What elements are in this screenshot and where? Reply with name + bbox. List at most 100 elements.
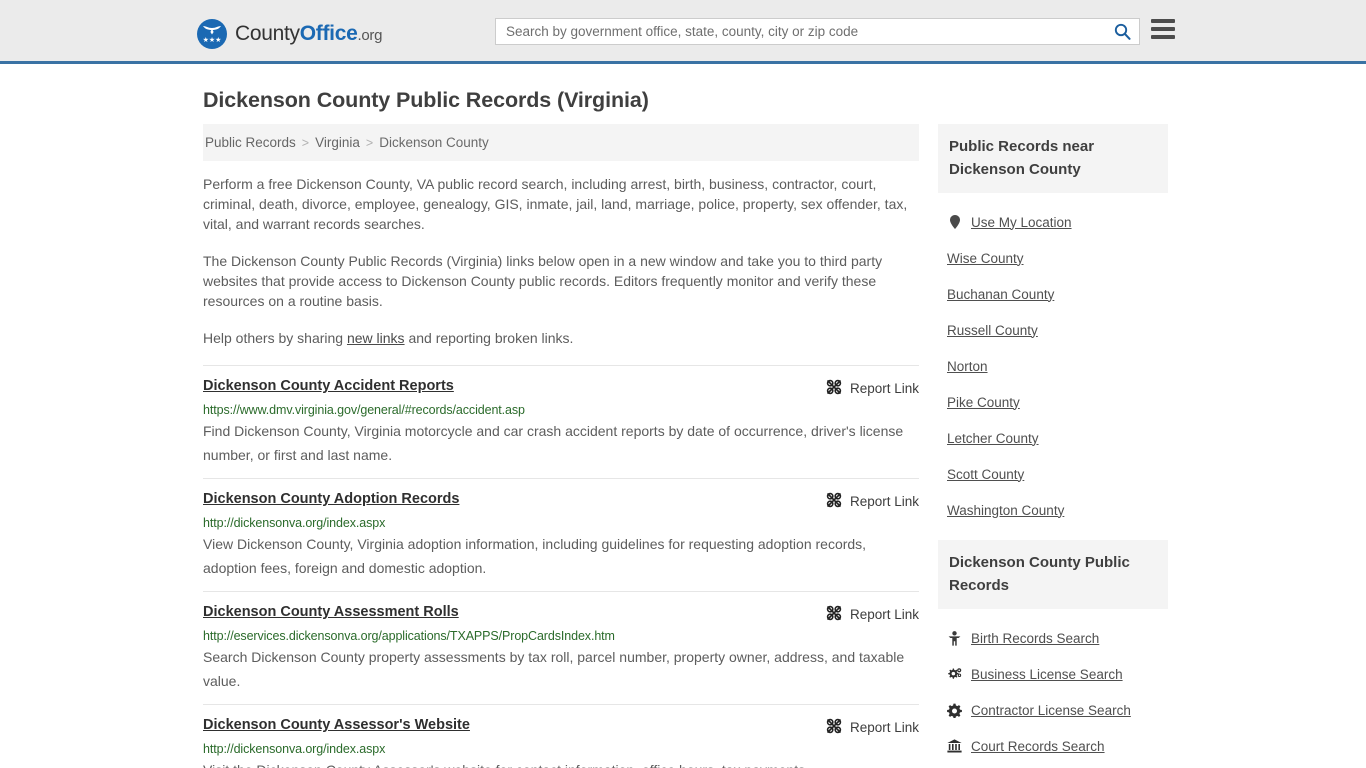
county-records-heading: Dickenson County Public Records — [938, 540, 1168, 609]
sidebar: Public Records near Dickenson County Use… — [938, 124, 1168, 768]
nearby-records-list: Use My Location Wise County Buchanan Coun… — [938, 193, 1168, 532]
help-line: Help others by sharing new links and rep… — [203, 328, 919, 348]
result-description: Search Dickenson County property assessm… — [203, 649, 905, 689]
report-link-label: Report Link — [849, 720, 919, 735]
breadcrumb-item-dickenson-county: Dickenson County — [379, 135, 489, 150]
result-url: http://eservices.dickensonva.org/applica… — [203, 629, 615, 643]
logo-text-office: Office — [299, 22, 358, 45]
report-link-label: Report Link — [849, 381, 919, 396]
nearby-links-container: Wise County Buchanan County Russell County… — [938, 240, 1168, 528]
report-link-label: Report Link — [849, 494, 919, 509]
broken-link-icon — [826, 379, 842, 398]
breadcrumb: Public Records > Virginia > Dickenson Co… — [203, 124, 919, 161]
report-link-label: Report Link — [849, 607, 919, 622]
result-item: Dickenson County Assessor's Website Repo… — [203, 704, 919, 768]
breadcrumb-item-virginia[interactable]: Virginia — [315, 135, 360, 150]
report-link-button[interactable]: Report Link — [826, 378, 919, 398]
hamburger-menu-icon[interactable] — [1151, 19, 1175, 39]
nearby-county-link[interactable]: Russell County — [947, 323, 1038, 338]
record-type-row[interactable]: Contractor License Search — [938, 692, 1168, 728]
record-type-link[interactable]: Court Records Search — [971, 739, 1105, 754]
site-header: ★★★ CountyOffice.org — [0, 0, 1366, 64]
bank-icon — [947, 739, 962, 753]
cogs-icon — [947, 667, 962, 681]
nearby-county-link[interactable]: Buchanan County — [947, 287, 1054, 302]
nearby-records-panel: Public Records near Dickenson County Use… — [938, 124, 1168, 532]
broken-link-icon — [826, 718, 842, 737]
county-records-list: Birth Records Search Business License Sea… — [938, 609, 1168, 768]
site-logo-text: CountyOffice.org — [235, 22, 382, 46]
record-type-row[interactable]: Birth Records Search — [938, 620, 1168, 656]
child-icon — [947, 630, 962, 646]
result-header: Dickenson County Assessment Rolls Report… — [203, 604, 919, 624]
report-link-button[interactable]: Report Link — [826, 717, 919, 737]
results-list: Dickenson County Accident Reports Report… — [203, 365, 919, 768]
countyoffice-logo-icon: ★★★ — [197, 19, 227, 49]
use-my-location-link[interactable]: Use My Location — [971, 215, 1072, 230]
result-title-link[interactable]: Dickenson County Assessor's Website — [203, 717, 470, 733]
map-pin-icon — [947, 215, 962, 229]
intro-paragraph-2: The Dickenson County Public Records (Vir… — [203, 253, 883, 309]
result-header: Dickenson County Adoption Records Report… — [203, 491, 919, 511]
record-type-row[interactable]: Business License Search — [938, 656, 1168, 692]
result-item: Dickenson County Assessment Rolls Report… — [203, 591, 919, 704]
nearby-county-row[interactable]: Pike County — [938, 384, 1168, 420]
nearby-county-link[interactable]: Wise County — [947, 251, 1024, 266]
nearby-county-link[interactable]: Letcher County — [947, 431, 1039, 446]
result-description: Visit the Dickenson County Assessor's we… — [203, 758, 919, 768]
logo-text-org: .org — [357, 27, 383, 44]
result-url: http://dickensonva.org/index.aspx — [203, 516, 386, 530]
nearby-county-row[interactable]: Wise County — [938, 240, 1168, 276]
result-url: http://dickensonva.org/index.aspx — [203, 742, 386, 756]
breadcrumb-item-public-records[interactable]: Public Records — [205, 135, 296, 150]
page-title: Dickenson County Public Records (Virgini… — [203, 88, 649, 112]
help-line-after: and reporting broken links. — [404, 330, 574, 346]
result-item: Dickenson County Accident Reports Report… — [203, 365, 919, 478]
nearby-county-link[interactable]: Scott County — [947, 467, 1024, 482]
result-header: Dickenson County Assessor's Website Repo… — [203, 717, 919, 737]
report-link-button[interactable]: Report Link — [826, 491, 919, 511]
breadcrumb-separator-icon: > — [301, 135, 310, 150]
record-type-link[interactable]: Contractor License Search — [971, 703, 1131, 718]
result-title-link[interactable]: Dickenson County Accident Reports — [203, 378, 454, 394]
nearby-county-link[interactable]: Norton — [947, 359, 988, 374]
result-description: View Dickenson County, Virginia adoption… — [203, 536, 867, 576]
nearby-county-row[interactable]: Norton — [938, 348, 1168, 384]
nearby-records-heading: Public Records near Dickenson County — [938, 124, 1168, 193]
report-link-button[interactable]: Report Link — [826, 604, 919, 624]
result-url: https://www.dmv.virginia.gov/general/#re… — [203, 403, 525, 417]
hamburger-bar — [1151, 19, 1175, 23]
result-title-link[interactable]: Dickenson County Adoption Records — [203, 491, 459, 507]
nearby-county-row[interactable]: Russell County — [938, 312, 1168, 348]
result-title-link[interactable]: Dickenson County Assessment Rolls — [203, 604, 459, 620]
result-header: Dickenson County Accident Reports Report… — [203, 378, 919, 398]
record-type-row[interactable]: Criminal Records Search — [938, 764, 1168, 768]
logo-text-county: County — [235, 22, 300, 45]
site-logo-link[interactable]: ★★★ CountyOffice.org — [197, 19, 382, 49]
use-my-location-row[interactable]: Use My Location — [938, 204, 1168, 240]
nearby-county-row[interactable]: Scott County — [938, 456, 1168, 492]
nearby-county-row[interactable]: Buchanan County — [938, 276, 1168, 312]
search-submit-button[interactable] — [1105, 19, 1139, 44]
nearby-county-link[interactable]: Washington County — [947, 503, 1064, 518]
search-bar — [495, 18, 1140, 45]
record-type-link[interactable]: Birth Records Search — [971, 631, 1099, 646]
main-content: Public Records > Virginia > Dickenson Co… — [203, 124, 919, 768]
new-links-link[interactable]: new links — [347, 330, 405, 346]
help-line-before: Help others by sharing — [203, 330, 347, 346]
record-type-link[interactable]: Business License Search — [971, 667, 1123, 682]
hamburger-bar — [1151, 27, 1175, 31]
nearby-county-row[interactable]: Letcher County — [938, 420, 1168, 456]
logo-stars: ★★★ — [202, 37, 222, 44]
county-records-panel: Dickenson County Public Records Birth Re… — [938, 540, 1168, 768]
search-icon — [1114, 23, 1131, 40]
nearby-county-link[interactable]: Pike County — [947, 395, 1020, 410]
result-item: Dickenson County Adoption Records Report… — [203, 478, 919, 591]
result-description: Find Dickenson County, Virginia motorcyc… — [203, 423, 904, 463]
search-input[interactable] — [496, 19, 1105, 44]
intro-paragraph-1: Perform a free Dickenson County, VA publ… — [203, 176, 908, 232]
hamburger-bar — [1151, 35, 1175, 39]
intro-text: Perform a free Dickenson County, VA publ… — [203, 161, 919, 348]
record-type-row[interactable]: Court Records Search — [938, 728, 1168, 764]
nearby-county-row[interactable]: Washington County — [938, 492, 1168, 528]
